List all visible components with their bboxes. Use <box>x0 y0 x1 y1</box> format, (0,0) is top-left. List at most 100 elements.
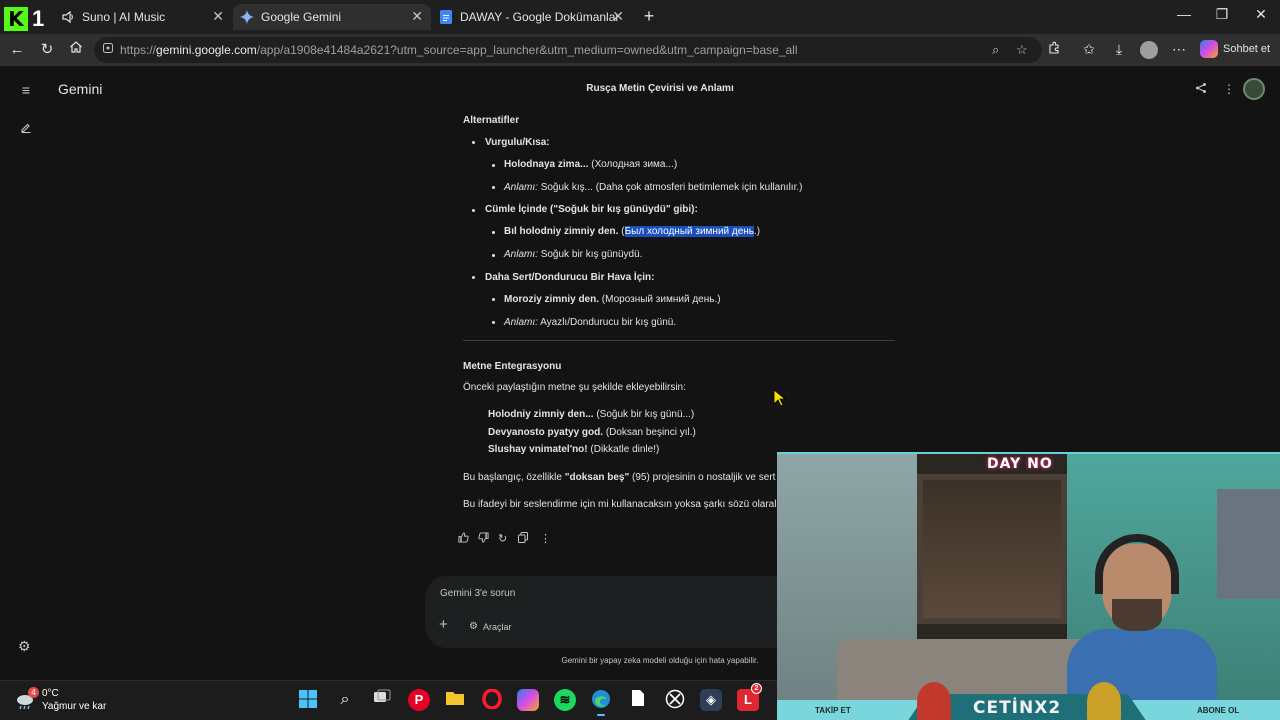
extensions-icon[interactable] <box>1045 41 1063 58</box>
thumbs-up-icon[interactable] <box>458 532 469 546</box>
spotify-icon[interactable]: ≋ <box>554 689 576 711</box>
bullet <box>492 321 495 324</box>
mouse-cursor-icon <box>773 389 787 407</box>
zoom-icon[interactable]: ⌕ <box>992 42 999 58</box>
profile-avatar[interactable] <box>1140 41 1158 59</box>
url-path: /app/a1908e41484a2621?utm_source=app_lau… <box>256 43 798 57</box>
tab-gemini[interactable]: Google Gemini ✕ <box>233 4 431 30</box>
quote-line: Slushay vnimatel'no! (Dikkatle dinle!) <box>488 444 660 455</box>
url-host: gemini.google.com <box>156 43 257 57</box>
copy-icon[interactable] <box>518 532 528 546</box>
minimize-icon[interactable]: — <box>1174 6 1194 22</box>
file-explorer-icon[interactable] <box>444 689 466 711</box>
window-close-icon[interactable]: ✕ <box>1251 6 1271 23</box>
tab-suno[interactable]: Suno | AI Music ✕ <box>54 4 232 30</box>
new-tab-button[interactable]: + <box>640 6 658 26</box>
new-chat-icon[interactable] <box>18 121 34 137</box>
quote-line: Holodniy zimniy den... (Soğuk bir kış gü… <box>488 409 695 420</box>
weather-badge: 4 <box>28 687 39 698</box>
list-item: Anlamı: Soğuk kış... (Daha çok atmosferi… <box>504 182 803 193</box>
tools-icon: ⚙ <box>469 621 478 632</box>
webcam-window <box>917 474 1067 624</box>
tools-button[interactable]: ⚙ Araçlar <box>469 621 511 632</box>
headset-icon <box>1095 534 1179 594</box>
main-menu-icon[interactable]: ≡ <box>18 82 34 98</box>
weather-widget[interactable]: 4 0°C Yağmur ve kar <box>14 687 106 713</box>
edge-browser-icon[interactable] <box>590 689 612 716</box>
mascot-right-icon <box>1087 682 1121 720</box>
section-divider <box>463 340 895 341</box>
search-icon[interactable]: ⌕ <box>334 689 356 711</box>
start-windows-icon[interactable] <box>297 689 319 711</box>
url-prefix: https:// <box>120 43 157 57</box>
chat-title: Rusça Metin Çevirisi ve Anlamı <box>586 83 734 94</box>
back-icon[interactable]: ← <box>7 40 27 60</box>
stream-logo: DAY NO <box>987 456 1053 472</box>
mail-app-icon[interactable]: L 2 <box>737 683 762 711</box>
bullet <box>492 254 495 257</box>
paragraph: Önceki paylaştığın metne şu şekilde ekle… <box>463 382 686 393</box>
thumbs-down-icon[interactable] <box>478 532 489 546</box>
paragraph: Bu başlangıç, özellikle "doksan beş" (95… <box>463 472 776 483</box>
opera-icon[interactable] <box>481 688 503 711</box>
downloads-icon[interactable]: ⤓ <box>1110 41 1128 58</box>
gemini-icon <box>239 9 255 25</box>
bullet <box>492 231 495 234</box>
xbox-icon[interactable] <box>664 689 686 711</box>
kick-k-icon: K <box>4 7 28 31</box>
bullet <box>472 141 475 144</box>
speaker-icon <box>60 9 76 25</box>
subscribe-label: ABONE OL <box>1197 706 1240 715</box>
channel-name: CETİNX2 <box>973 698 1062 718</box>
close-icon[interactable]: ✕ <box>411 8 423 25</box>
mascot-left-icon <box>917 682 951 720</box>
bullet <box>492 186 495 189</box>
address-bar[interactable]: https://gemini.google.com/app/a1908e4148… <box>94 37 1042 63</box>
paragraph: Bu ifadeyi bir seslendirme için mi kulla… <box>463 499 777 510</box>
settings-gear-icon[interactable]: ⚙ <box>18 638 31 655</box>
list-item: Moroziy zimniy den. (Морозный зимний ден… <box>504 294 721 305</box>
gemini-brand[interactable]: Gemini <box>58 81 102 97</box>
bullet <box>492 164 495 167</box>
bullet <box>492 298 495 301</box>
group-title: Daha Sert/Dondurucu Bir Hava İçin: <box>485 272 655 283</box>
add-attachment-icon[interactable]: + <box>439 616 448 633</box>
webcam-overlay: DAY NO CETİNX2 TAKİP ET ABONE OL <box>777 452 1280 720</box>
close-icon[interactable]: ✕ <box>612 8 624 25</box>
more-options-icon[interactable]: ⋮ <box>540 532 551 545</box>
share-icon[interactable] <box>1195 82 1207 97</box>
task-view-icon[interactable] <box>371 689 393 711</box>
app-cube-icon[interactable]: ◈ <box>700 689 722 711</box>
favorite-star-icon[interactable]: ☆ <box>1016 42 1028 58</box>
user-avatar[interactable] <box>1243 78 1265 100</box>
more-vertical-icon[interactable]: ⋮ <box>1223 82 1235 96</box>
tab-title: DAWAY - Google Dokümanlar <box>460 10 620 24</box>
favorites-icon[interactable]: ✩ <box>1080 41 1098 58</box>
weather-temp: 0°C <box>42 688 59 699</box>
kick-overlay-logo: K 1 <box>4 4 52 34</box>
follow-label: TAKİP ET <box>815 706 851 715</box>
file-icon[interactable] <box>627 689 649 711</box>
tab-docs[interactable]: DAWAY - Google Dokümanlar ✕ <box>432 4 632 30</box>
quote-line: Devyanosto pyatyy god. (Doksan beşinci y… <box>488 427 696 438</box>
prompt-placeholder[interactable]: Gemini 3'e sorun <box>440 588 515 599</box>
browser-toolbar: ← ↻ https://gemini.google.com/app/a1908e… <box>0 34 1280 66</box>
copilot-chat-button[interactable]: Sohbet et <box>1200 40 1270 58</box>
copilot-app-icon[interactable] <box>517 689 539 711</box>
copilot-icon <box>1200 40 1218 58</box>
reload-icon[interactable]: ↻ <box>37 40 57 60</box>
selected-text: Был холодный зимний день <box>624 226 755 237</box>
more-menu-icon[interactable]: ⋯ <box>1170 41 1188 58</box>
home-icon[interactable] <box>66 40 86 60</box>
section-title: Alternatifler <box>463 115 520 126</box>
bullet <box>472 209 475 212</box>
close-icon[interactable]: ✕ <box>212 8 224 25</box>
pinterest-icon[interactable]: P <box>408 689 430 711</box>
docs-icon <box>438 9 454 25</box>
kick-badge: 1 <box>32 6 45 31</box>
browser-tab-strip: K 1 Suno | AI Music ✕ Google Gemini ✕ DA… <box>0 0 1280 34</box>
regenerate-icon[interactable]: ↻ <box>498 532 507 545</box>
restore-icon[interactable]: ❐ <box>1212 6 1232 23</box>
weather-icon: 4 <box>14 687 39 711</box>
site-info-icon[interactable] <box>102 42 114 57</box>
